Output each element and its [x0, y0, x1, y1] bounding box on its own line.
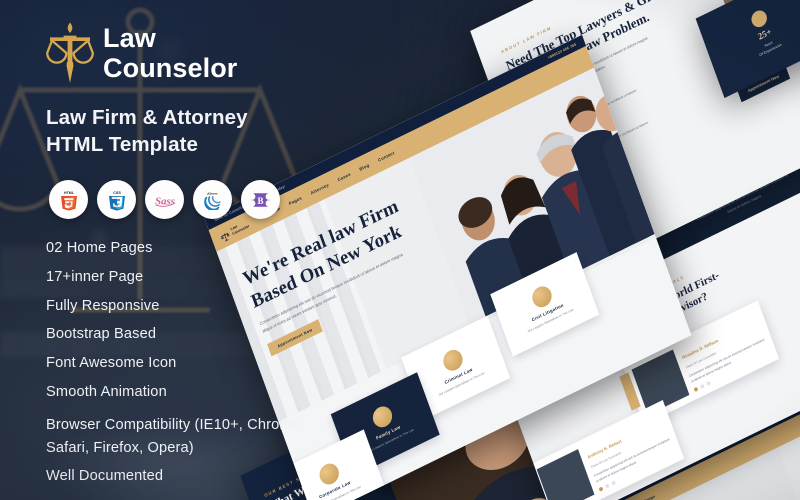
feature-list: 02 Home Pages 17+inner Page Fully Respon…	[46, 241, 318, 484]
feature-item-browser-compat: Browser Compatibility (IE10+, Chrome, Sa…	[46, 416, 305, 457]
service-icon	[316, 459, 342, 488]
service-icon	[369, 402, 395, 431]
tagline-line2: HTML Template	[46, 133, 199, 157]
tagline-line1: Law Firm & Attorney	[46, 106, 248, 129]
feature-item-font-awesome: Font Awesome Icon	[46, 355, 177, 372]
poster-left-panel: Law Counselor Law Firm & Attorney HTML T…	[46, 22, 318, 498]
feature-item-documented: Well Documented	[46, 468, 164, 485]
bootstrap-icon: B	[241, 180, 280, 220]
brand-logo: Law Counselor	[46, 22, 318, 84]
feature-item-home-pages: 02 Home Pages	[46, 240, 153, 257]
brand-name-line1: Law	[103, 22, 156, 53]
svg-text:B: B	[257, 196, 263, 206]
jquery-icon: jQuery	[193, 180, 232, 220]
feature-item-bootstrap: Bootstrap Based	[46, 326, 157, 343]
service-icon	[529, 282, 555, 311]
scales-of-justice-icon	[46, 22, 94, 84]
nav-item-cases[interactable]: Cases	[337, 171, 351, 182]
poster-tagline: Law Firm & Attorney HTML Template	[46, 104, 318, 158]
feature-item-animation: Smooth Animation	[46, 384, 167, 400]
technology-badges: HTML CSS Sass jQuery B	[49, 180, 318, 220]
nav-item-contact[interactable]: Contact	[377, 150, 395, 163]
svg-text:HTML: HTML	[64, 191, 75, 195]
svg-text:CSS: CSS	[113, 191, 121, 195]
feature-item-responsive: Fully Responsive	[46, 297, 160, 314]
poster-stage: 25+ Years Of Experiences ABOUT LAW FIRM …	[0, 0, 800, 500]
testimonial-avatar	[536, 449, 595, 500]
svg-text:jQuery: jQuery	[206, 191, 218, 195]
testimonial-name: Rosalina D. Willson	[681, 337, 719, 361]
css3-icon: CSS	[97, 180, 136, 220]
feature-item-inner-pages: 17+inner Page	[46, 268, 144, 285]
service-icon	[440, 345, 466, 374]
brand-name: Law Counselor	[103, 22, 238, 83]
sass-icon: Sass	[145, 180, 184, 220]
html5-icon: HTML	[49, 180, 88, 220]
nav-item-blog[interactable]: Blog	[359, 162, 370, 171]
brand-name-line2: Counselor	[103, 52, 238, 83]
